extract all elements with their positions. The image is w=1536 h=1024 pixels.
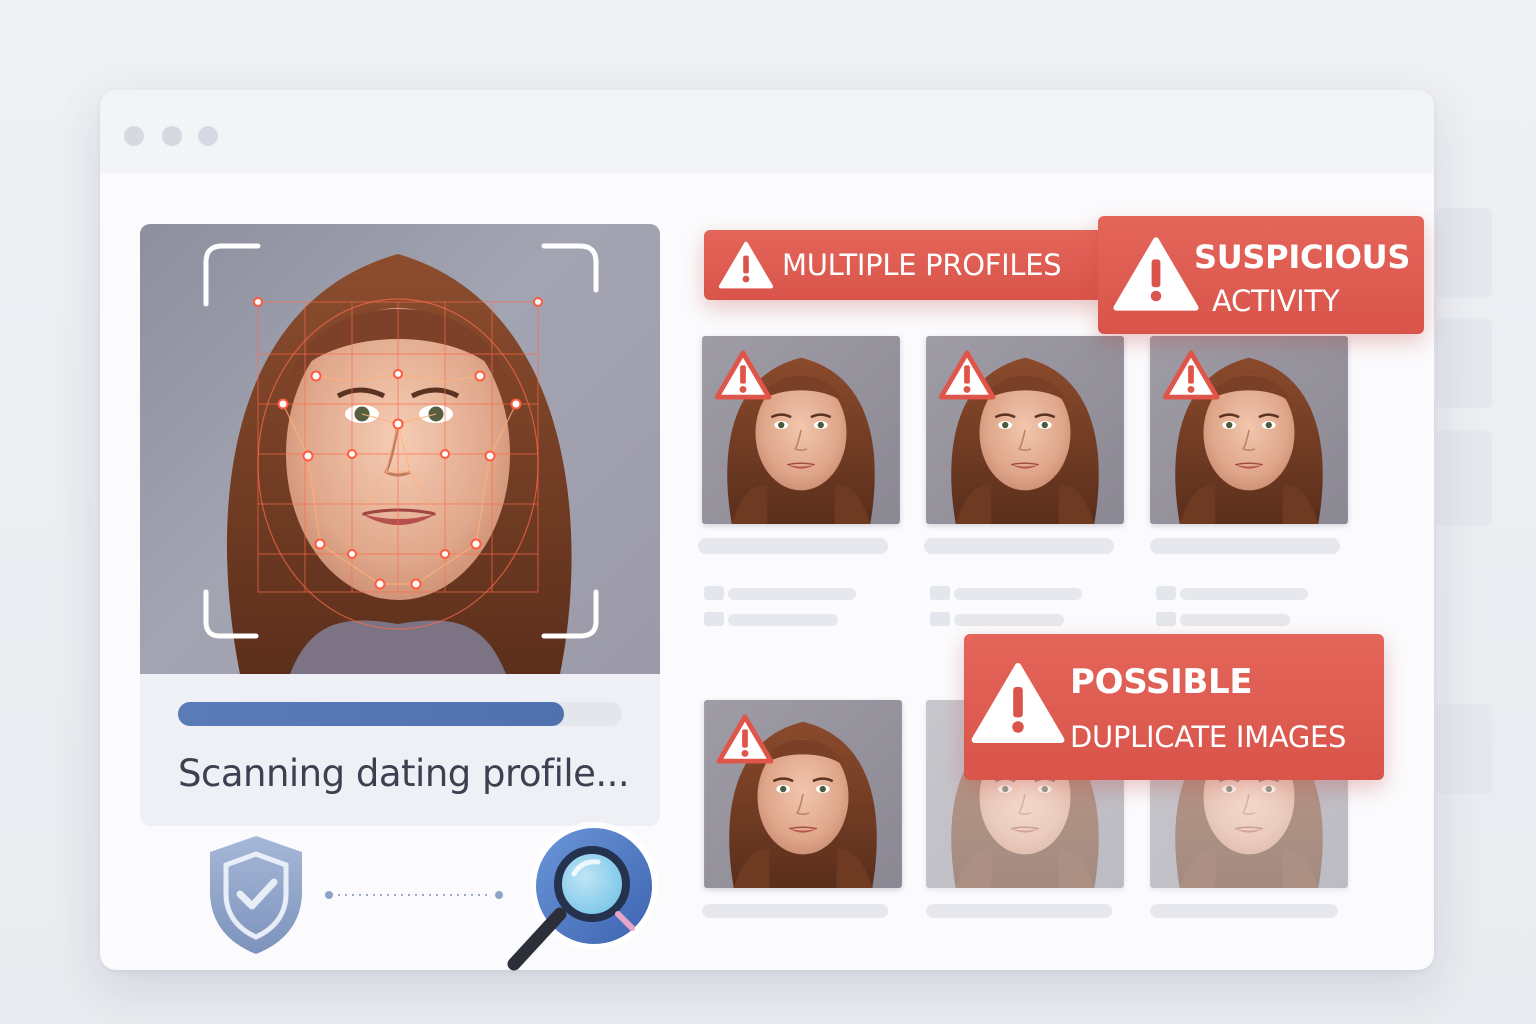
scan-panel: Scanning dating profile...	[140, 224, 660, 826]
background-ghost-card	[1436, 318, 1492, 408]
meta-text-placeholder	[728, 588, 856, 600]
warning-icon	[1162, 350, 1220, 400]
meta-icon-placeholder	[1156, 612, 1176, 626]
meta-icon-placeholder	[704, 612, 724, 626]
profile-name-placeholder	[698, 538, 888, 554]
scan-status-text: Scanning dating profile...	[178, 752, 630, 795]
shield-check-icon	[210, 836, 302, 954]
meta-icon-placeholder	[930, 612, 950, 626]
window-dot-maximize[interactable]	[198, 126, 218, 146]
profile-thumbnail[interactable]	[926, 336, 1124, 524]
magnifier-icon[interactable]	[500, 818, 664, 982]
background-ghost-card	[1436, 430, 1492, 526]
profile-name-placeholder	[1150, 904, 1338, 918]
alert-label-line1: POSSIBLE	[1070, 662, 1253, 702]
face-scan-illustration	[203, 243, 599, 674]
background-ghost-card	[1436, 704, 1492, 794]
meta-icon-placeholder	[1156, 586, 1176, 600]
warning-icon	[1112, 234, 1200, 314]
alert-multiple-profiles[interactable]: MULTIPLE PROFILES	[704, 230, 1104, 300]
warning-icon	[970, 660, 1066, 746]
profile-thumbnail[interactable]	[1150, 336, 1348, 524]
profile-name-placeholder	[924, 538, 1114, 554]
meta-text-placeholder	[728, 614, 838, 626]
alert-duplicate-images[interactable]: POSSIBLE DUPLICATE IMAGES	[964, 634, 1384, 780]
window-dot-minimize[interactable]	[162, 126, 182, 146]
alert-label-line1: SUSPICIOUS	[1194, 238, 1411, 276]
title-bar	[100, 90, 1434, 174]
warning-icon	[718, 240, 774, 290]
profile-name-placeholder	[702, 904, 888, 918]
profile-name-placeholder	[1150, 538, 1340, 554]
scanned-face-photo	[140, 224, 660, 674]
alert-label-line2: DUPLICATE IMAGES	[1070, 720, 1347, 754]
meta-icon-placeholder	[704, 586, 724, 600]
profile-name-placeholder	[926, 904, 1112, 918]
alert-suspicious-activity[interactable]: SUSPICIOUS ACTIVITY	[1098, 216, 1424, 334]
meta-icon-placeholder	[930, 586, 950, 600]
scan-progress-bar	[178, 702, 622, 726]
alert-label-line2: ACTIVITY	[1212, 284, 1340, 318]
warning-icon	[714, 350, 772, 400]
profile-thumbnail[interactable]	[704, 700, 902, 888]
scan-progress-fill	[178, 702, 565, 726]
warning-icon	[716, 714, 774, 764]
meta-text-placeholder	[954, 588, 1082, 600]
meta-text-placeholder	[954, 614, 1064, 626]
connector-line	[325, 891, 503, 899]
background-ghost-card	[1436, 208, 1492, 298]
warning-icon	[938, 350, 996, 400]
alert-label: MULTIPLE PROFILES	[782, 248, 1062, 282]
window-dot-close[interactable]	[124, 126, 144, 146]
meta-text-placeholder	[1180, 614, 1290, 626]
meta-text-placeholder	[1180, 588, 1308, 600]
profile-thumbnail[interactable]	[702, 336, 900, 524]
